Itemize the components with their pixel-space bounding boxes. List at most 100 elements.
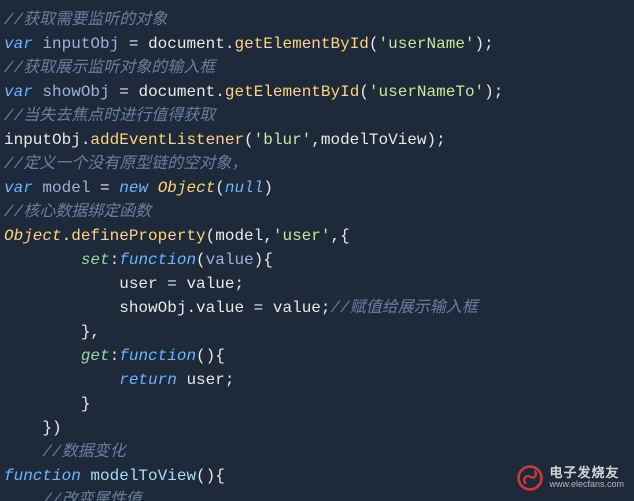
- code-line: //获取需要监听的对象: [4, 8, 630, 32]
- code-line: //数据变化: [4, 440, 630, 464]
- code-token-punct: }): [42, 419, 61, 437]
- code-line: get:function(){: [4, 344, 630, 368]
- code-token-punct: ,{: [330, 227, 349, 245]
- code-token-punct: }: [81, 395, 91, 413]
- code-token-ident: [244, 299, 254, 317]
- code-token-comment: //赋值给展示输入框: [331, 299, 478, 317]
- code-token-string: 'blur': [254, 131, 312, 149]
- code-token-ident: document: [138, 83, 215, 101]
- code-token-punct: ){: [254, 251, 273, 269]
- code-token-punct: },: [81, 323, 100, 341]
- code-token-punct: ,: [263, 227, 273, 245]
- code-editor: //获取需要监听的对象var inputObj = document.getEl…: [0, 0, 634, 501]
- code-line: //定义一个没有原型链的空对象，: [4, 152, 630, 176]
- code-token-method: getElementById: [225, 83, 359, 101]
- code-token-punct: );: [475, 35, 494, 53]
- code-line: Object.defineProperty(model,'user',{: [4, 224, 630, 248]
- code-token-keyword: return: [119, 371, 177, 389]
- code-line: var showObj = document.getElementById('u…: [4, 80, 630, 104]
- code-token-keyword: var: [4, 179, 33, 197]
- code-token-punct: (){: [196, 347, 225, 365]
- code-comment: //核心数据绑定函数: [4, 203, 151, 221]
- code-line: user = value;: [4, 272, 630, 296]
- watermark: 电子发烧友 www.elecfans.com: [517, 465, 624, 491]
- code-token-punct: (: [369, 35, 379, 53]
- code-line: inputObj.addEventListener('blur',modelTo…: [4, 128, 630, 152]
- code-comment: //获取展示监听对象的输入框: [4, 59, 215, 77]
- code-token-punct: ;: [234, 275, 244, 293]
- code-token-ident: [33, 35, 43, 53]
- code-token-punct: );: [427, 131, 446, 149]
- code-token-ident: [110, 83, 120, 101]
- code-token-ident: [148, 179, 158, 197]
- code-comment: //数据变化: [42, 443, 125, 461]
- code-token-ident: [81, 467, 91, 485]
- code-token-varname: value: [206, 251, 254, 269]
- code-token-prop: set: [81, 251, 110, 269]
- code-token-punct: (: [206, 227, 216, 245]
- code-token-ident: modelToView: [321, 131, 427, 149]
- code-token-ident: user: [119, 275, 157, 293]
- watermark-logo-icon: [517, 465, 543, 491]
- code-token-ident: [177, 371, 187, 389]
- code-token-ident: [110, 179, 120, 197]
- watermark-text: 电子发烧友 www.elecfans.com: [549, 466, 624, 489]
- code-token-ident: value: [273, 299, 321, 317]
- code-token-punct: :: [110, 347, 120, 365]
- code-line: var inputObj = document.getElementById('…: [4, 32, 630, 56]
- code-token-keyword: var: [4, 83, 33, 101]
- code-line: //当失去焦点时进行值得获取: [4, 104, 630, 128]
- watermark-url: www.elecfans.com: [549, 480, 624, 489]
- code-token-punct: ;: [321, 299, 331, 317]
- code-token-keyword: var: [4, 35, 33, 53]
- code-line: }: [4, 392, 630, 416]
- code-token-varname: inputObj: [42, 35, 119, 53]
- code-token-keyword: function: [119, 251, 196, 269]
- code-token-punct: .: [81, 131, 91, 149]
- code-token-punct: );: [484, 83, 503, 101]
- code-token-keyword: function: [119, 347, 196, 365]
- code-token-punct: =: [100, 179, 110, 197]
- code-token-punct: (: [244, 131, 254, 149]
- code-token-ident: document: [148, 35, 225, 53]
- code-token-ident: showObj: [119, 299, 186, 317]
- code-comment: //获取需要监听的对象: [4, 11, 167, 29]
- code-token-method: getElementById: [234, 35, 368, 53]
- code-token-string: 'userNameTo': [369, 83, 484, 101]
- code-token-punct: ,: [311, 131, 321, 149]
- code-token-ident: [158, 275, 168, 293]
- code-token-varname: model: [42, 179, 90, 197]
- code-token-ident: value: [196, 299, 244, 317]
- code-token-ident: [263, 299, 273, 317]
- code-token-keyword: function: [4, 467, 81, 485]
- code-line: set:function(value){: [4, 248, 630, 272]
- code-line: //获取展示监听对象的输入框: [4, 56, 630, 80]
- code-token-punct: (){: [196, 467, 225, 485]
- code-comment: //当失去焦点时进行值得获取: [4, 107, 215, 125]
- code-line: //核心数据绑定函数: [4, 200, 630, 224]
- code-line: },: [4, 320, 630, 344]
- code-token-prop: get: [81, 347, 110, 365]
- code-token-new: new: [119, 179, 148, 197]
- code-token-punct: =: [254, 299, 264, 317]
- code-token-ident: [119, 35, 129, 53]
- code-line: }): [4, 416, 630, 440]
- code-line: return user;: [4, 368, 630, 392]
- code-token-func: modelToView: [90, 467, 196, 485]
- code-token-punct: (: [196, 251, 206, 269]
- code-token-method: addEventListener: [90, 131, 244, 149]
- code-line: showObj.value = value;//赋值给展示输入框: [4, 296, 630, 320]
- code-token-string: 'userName': [379, 35, 475, 53]
- code-token-punct: =: [119, 83, 129, 101]
- code-token-punct: ;: [225, 371, 235, 389]
- code-token-ident: [33, 83, 43, 101]
- code-token-ident: value: [186, 275, 234, 293]
- code-token-punct: ): [263, 179, 273, 197]
- code-token-punct: :: [110, 251, 120, 269]
- code-token-varname: showObj: [42, 83, 109, 101]
- code-token-punct: =: [129, 35, 139, 53]
- code-comment: //定义一个没有原型链的空对象，: [4, 155, 247, 173]
- code-token-type: Object: [158, 179, 216, 197]
- code-token-ident: model: [215, 227, 263, 245]
- code-token-ident: inputObj: [4, 131, 81, 149]
